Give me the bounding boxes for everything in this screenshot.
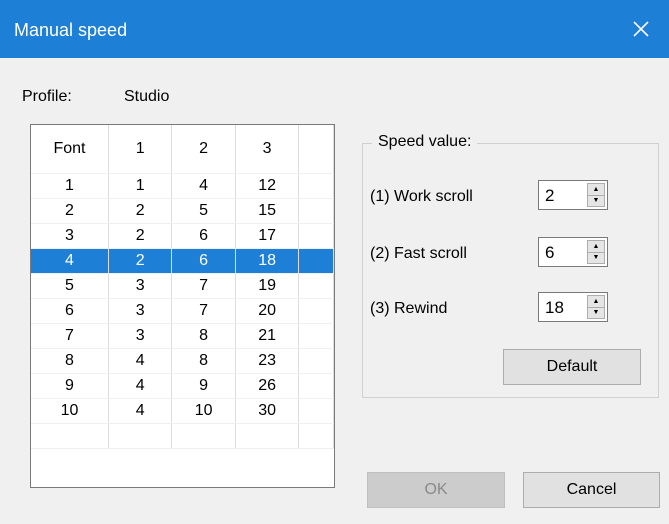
table-cell-empty (31, 423, 109, 449)
table-cell-empty (235, 423, 300, 449)
fast-scroll-label: (2) Fast scroll (370, 245, 467, 262)
ok-button[interactable]: OK (367, 472, 505, 508)
table-cell-empty (298, 373, 334, 399)
table-cell-empty (298, 348, 334, 374)
table-cell[interactable]: 6 (31, 298, 109, 324)
table-row[interactable]: 6 3 7 20 (31, 298, 334, 324)
table-cell[interactable]: 26 (235, 373, 300, 399)
table-cell-empty (298, 173, 334, 199)
rewind-spinner[interactable]: 18 ▲ ▼ (538, 292, 608, 322)
table-row[interactable]: 10 4 10 30 (31, 398, 334, 424)
table-cell-empty (298, 298, 334, 324)
default-button[interactable]: Default (503, 349, 641, 385)
table-cell[interactable]: 30 (235, 398, 300, 424)
profile-label: Profile: (22, 88, 72, 105)
column-header-1[interactable]: 1 (108, 125, 173, 174)
table-cell-empty (298, 323, 334, 349)
table-cell[interactable]: 1 (31, 173, 109, 199)
table-cell-empty (298, 273, 334, 299)
column-header-font[interactable]: Font (31, 125, 109, 174)
table-cell-empty (298, 248, 334, 274)
profile-value: Studio (124, 88, 170, 105)
table-header-row: Font 1 2 3 (31, 125, 334, 174)
table-cell[interactable]: 7 (171, 298, 236, 324)
table-cell[interactable]: 4 (108, 348, 173, 374)
table-cell-empty (298, 198, 334, 224)
table-cell-empty (298, 223, 334, 249)
table-cell[interactable]: 4 (108, 398, 173, 424)
column-header-empty (298, 125, 334, 174)
speed-value-group-title: Speed value: (372, 133, 478, 151)
table-cell[interactable]: 9 (31, 373, 109, 399)
table-row[interactable]: 5 3 7 19 (31, 273, 334, 299)
work-scroll-value[interactable]: 2 (545, 186, 554, 206)
work-scroll-up-icon[interactable]: ▲ (587, 183, 605, 196)
table-cell[interactable]: 18 (235, 248, 300, 274)
table-cell[interactable]: 9 (171, 373, 236, 399)
table-cell[interactable]: 10 (171, 398, 236, 424)
speed-table[interactable]: Font 1 2 3 1 1 4 12 2 2 5 15 3 2 6 17 4 2 6 18 5 3 7 19 6 3 7 2… (30, 124, 335, 488)
table-cell[interactable]: 2 (108, 198, 173, 224)
table-cell[interactable]: 4 (31, 248, 109, 274)
table-cell[interactable]: 3 (31, 223, 109, 249)
table-cell[interactable]: 4 (108, 373, 173, 399)
table-row[interactable]: 3 2 6 17 (31, 223, 334, 249)
table-cell[interactable]: 17 (235, 223, 300, 249)
table-row[interactable]: 8 4 8 23 (31, 348, 334, 374)
table-cell[interactable]: 12 (235, 173, 300, 199)
column-header-2[interactable]: 2 (171, 125, 236, 174)
table-cell[interactable]: 6 (171, 248, 236, 274)
table-cell[interactable]: 8 (171, 348, 236, 374)
table-cell[interactable]: 5 (171, 198, 236, 224)
table-cell[interactable]: 3 (108, 273, 173, 299)
table-cell[interactable]: 8 (31, 348, 109, 374)
table-cell[interactable]: 1 (108, 173, 173, 199)
table-cell-empty (298, 398, 334, 424)
table-cell[interactable]: 15 (235, 198, 300, 224)
window-title: Manual speed (14, 20, 128, 40)
rewind-down-icon[interactable]: ▼ (587, 307, 605, 319)
rewind-label: (3) Rewind (370, 300, 448, 317)
table-cell[interactable]: 2 (108, 223, 173, 249)
table-cell[interactable]: 19 (235, 273, 300, 299)
table-cell[interactable]: 3 (108, 298, 173, 324)
table-cell-empty (108, 423, 173, 449)
table-cell[interactable]: 7 (31, 323, 109, 349)
fast-scroll-up-icon[interactable]: ▲ (587, 240, 605, 253)
close-button[interactable] (613, 0, 669, 58)
title-bar: Manual speed (0, 0, 669, 58)
table-cell[interactable]: 20 (235, 298, 300, 324)
table-row[interactable]: 7 3 8 21 (31, 323, 334, 349)
fast-scroll-down-icon[interactable]: ▼ (587, 252, 605, 264)
rewind-value[interactable]: 18 (545, 298, 564, 318)
column-header-3[interactable]: 3 (235, 125, 300, 174)
table-row[interactable]: 2 2 5 15 (31, 198, 334, 224)
table-cell[interactable]: 7 (171, 273, 236, 299)
work-scroll-label: (1) Work scroll (370, 188, 473, 205)
table-cell-empty (298, 423, 334, 449)
table-cell[interactable]: 2 (31, 198, 109, 224)
table-row-empty (31, 423, 334, 449)
work-scroll-spinner[interactable]: 2 ▲ ▼ (538, 180, 608, 210)
table-row[interactable]: 9 4 9 26 (31, 373, 334, 399)
work-scroll-down-icon[interactable]: ▼ (587, 195, 605, 207)
table-row[interactable]: 1 1 4 12 (31, 173, 334, 199)
table-cell[interactable]: 4 (171, 173, 236, 199)
table-cell[interactable]: 6 (171, 223, 236, 249)
table-cell[interactable]: 8 (171, 323, 236, 349)
fast-scroll-value[interactable]: 6 (545, 243, 554, 263)
table-row[interactable]: 4 2 6 18 (31, 248, 334, 274)
table-cell[interactable]: 3 (108, 323, 173, 349)
close-icon (633, 21, 649, 37)
table-cell[interactable]: 10 (31, 398, 109, 424)
fast-scroll-spinner[interactable]: 6 ▲ ▼ (538, 237, 608, 267)
table-cell[interactable]: 23 (235, 348, 300, 374)
table-cell[interactable]: 5 (31, 273, 109, 299)
table-cell[interactable]: 2 (108, 248, 173, 274)
table-cell[interactable]: 21 (235, 323, 300, 349)
cancel-button[interactable]: Cancel (523, 472, 660, 508)
table-cell-empty (171, 423, 236, 449)
rewind-up-icon[interactable]: ▲ (587, 295, 605, 308)
